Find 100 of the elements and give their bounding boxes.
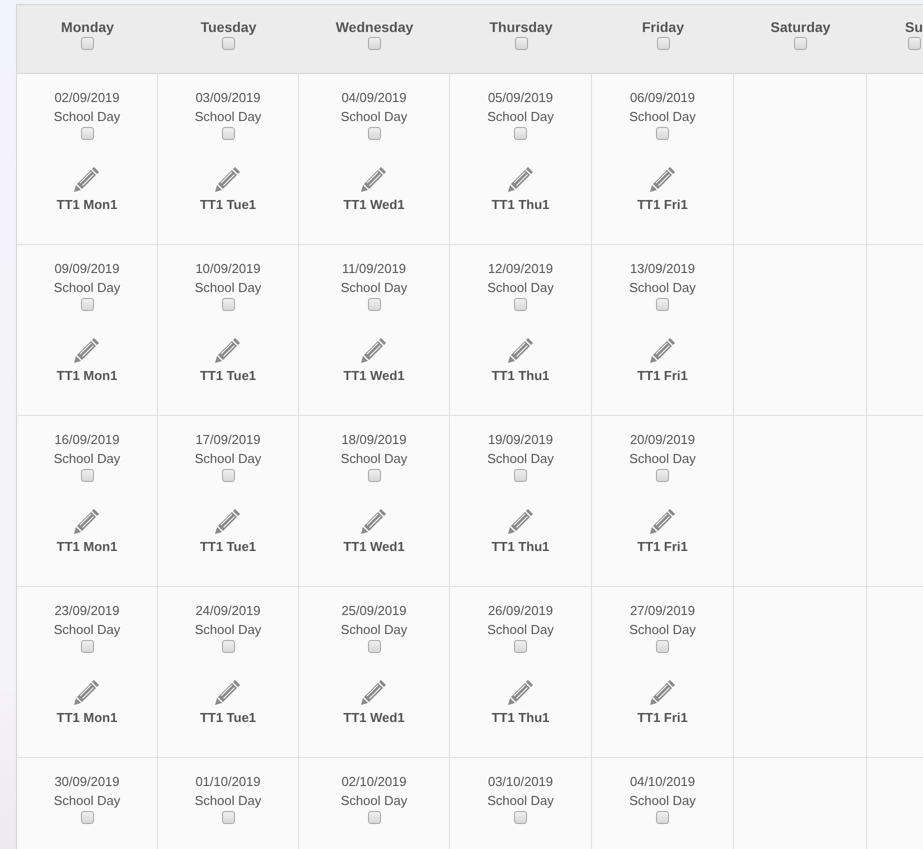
day-type-label: School Day: [487, 108, 554, 126]
date-label: 19/09/2019: [488, 431, 554, 449]
checkbox[interactable]: [222, 640, 234, 653]
day-header: Friday: [642, 19, 684, 36]
day-type-label: School Day: [194, 621, 262, 639]
date-label: 01/10/2019: [195, 773, 261, 791]
timetable-label: TT1 Tue1: [200, 709, 256, 726]
day-header: Su: [905, 19, 923, 36]
day-type-label: School Day: [54, 792, 120, 810]
pencil-icon[interactable]: [213, 335, 243, 365]
timetable-label: TT1 Thu1: [492, 709, 550, 726]
checkbox[interactable]: [656, 127, 669, 140]
checkbox[interactable]: [514, 37, 528, 50]
timetable-label: TT1 Fri1: [637, 538, 688, 555]
date-label: 24/09/2019: [195, 602, 261, 620]
pencil-icon[interactable]: [359, 506, 389, 536]
date-label: 02/10/2019: [341, 773, 407, 791]
checkbox[interactable]: [368, 811, 380, 824]
date-label: 30/09/2019: [54, 773, 120, 791]
date-label: 03/10/2019: [488, 773, 554, 791]
date-label: 02/09/2019: [54, 89, 120, 107]
date-label: 16/09/2019: [54, 431, 120, 449]
pencil-icon[interactable]: [506, 677, 536, 707]
timetable-label: TT1 Fri1: [637, 367, 688, 384]
checkbox[interactable]: [794, 37, 807, 50]
timetable-label: TT1 Wed1: [343, 538, 405, 555]
day-type-label: School Day: [629, 108, 696, 126]
day-type-label: School Day: [340, 621, 408, 639]
pencil-icon[interactable]: [359, 164, 389, 194]
pencil-icon[interactable]: [72, 506, 102, 536]
checkbox[interactable]: [368, 640, 380, 653]
pencil-icon[interactable]: [213, 506, 243, 536]
checkbox[interactable]: [80, 127, 94, 140]
timetable-label: TT1 Thu1: [492, 367, 550, 384]
date-label: 17/09/2019: [195, 431, 261, 449]
day-type-label: School Day: [54, 450, 120, 468]
checkbox[interactable]: [514, 298, 527, 311]
date-label: 05/09/2019: [488, 89, 554, 107]
date-label: 12/09/2019: [488, 260, 554, 278]
pencil-icon[interactable]: [72, 164, 102, 194]
checkbox[interactable]: [222, 298, 234, 311]
date-label: 27/09/2019: [630, 602, 696, 620]
checkbox[interactable]: [80, 811, 94, 824]
checkbox[interactable]: [368, 127, 380, 140]
checkbox[interactable]: [80, 298, 94, 311]
day-header: Saturday: [770, 19, 830, 36]
checkbox[interactable]: [514, 469, 527, 482]
timetable-label: TT1 Tue1: [200, 196, 256, 213]
checkbox[interactable]: [656, 37, 670, 50]
timetable-label: TT1 Fri1: [637, 709, 688, 726]
checkbox[interactable]: [514, 127, 527, 140]
day-type-label: School Day: [194, 450, 262, 468]
checkbox[interactable]: [656, 640, 669, 653]
pencil-icon[interactable]: [648, 164, 678, 194]
checkbox[interactable]: [222, 811, 234, 824]
checkbox[interactable]: [80, 469, 94, 482]
date-label: 23/09/2019: [54, 602, 120, 620]
pencil-icon[interactable]: [72, 335, 102, 365]
day-type-label: School Day: [629, 450, 696, 468]
day-type-label: School Day: [194, 279, 262, 297]
pencil-icon[interactable]: [213, 164, 243, 194]
day-type-label: School Day: [487, 621, 554, 639]
checkbox[interactable]: [222, 469, 234, 482]
checkbox[interactable]: [514, 640, 527, 653]
pencil-icon[interactable]: [359, 335, 389, 365]
pencil-icon[interactable]: [648, 677, 678, 707]
date-label: 03/09/2019: [195, 89, 261, 107]
pencil-icon[interactable]: [359, 677, 389, 707]
pencil-icon[interactable]: [72, 677, 102, 707]
pencil-icon[interactable]: [648, 506, 678, 536]
pencil-icon[interactable]: [213, 677, 243, 707]
day-type-label: School Day: [54, 279, 120, 297]
pencil-icon[interactable]: [506, 164, 536, 194]
checkbox[interactable]: [656, 811, 669, 824]
checkbox[interactable]: [656, 298, 669, 311]
day-header: Monday: [61, 19, 114, 36]
day-type-label: School Day: [487, 792, 554, 810]
pencil-icon[interactable]: [506, 335, 536, 365]
checkbox[interactable]: [656, 469, 669, 482]
day-type-label: School Day: [340, 792, 408, 810]
checkbox[interactable]: [80, 640, 94, 653]
day-type-label: School Day: [340, 108, 408, 126]
pencil-icon[interactable]: [506, 506, 536, 536]
checkbox[interactable]: [222, 37, 235, 50]
day-type-label: School Day: [54, 621, 120, 639]
checkbox[interactable]: [222, 127, 234, 140]
checkbox[interactable]: [368, 469, 380, 482]
day-type-label: School Day: [487, 450, 554, 468]
checkbox[interactable]: [908, 37, 920, 50]
timetable-label: TT1 Tue1: [200, 538, 256, 555]
timetable-label: TT1 Tue1: [200, 367, 256, 384]
checkbox[interactable]: [368, 37, 381, 50]
day-header: Thursday: [489, 19, 552, 36]
checkbox[interactable]: [81, 37, 94, 50]
checkbox[interactable]: [368, 298, 380, 311]
day-type-label: School Day: [194, 792, 262, 810]
date-label: 18/09/2019: [341, 431, 407, 449]
pencil-icon[interactable]: [648, 335, 678, 365]
day-type-label: School Day: [340, 450, 408, 468]
checkbox[interactable]: [514, 811, 527, 824]
